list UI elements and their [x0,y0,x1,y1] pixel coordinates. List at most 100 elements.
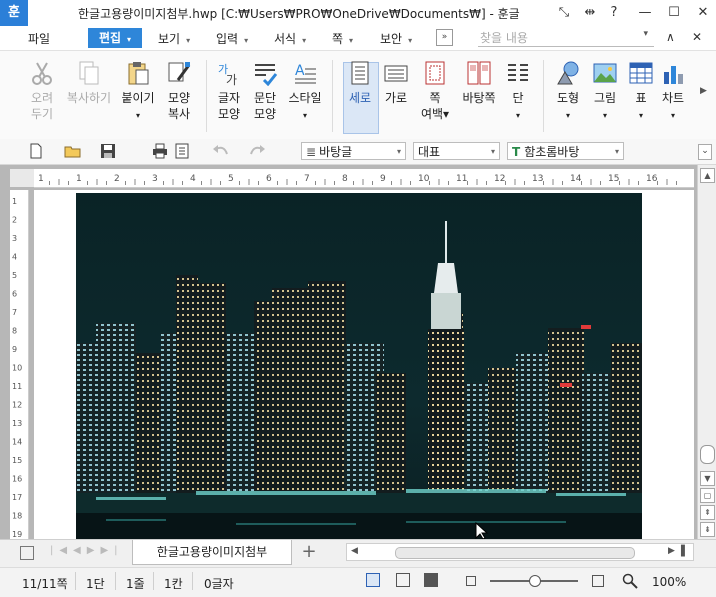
ribbon-scroll-right[interactable]: ▶ [700,86,707,96]
ruler-tick-label: 8 [342,174,348,184]
para-shape-label-2: 모양 [253,107,277,121]
style-select[interactable]: ≣ 바탕글 ▾ [301,142,406,160]
scroll-up-button[interactable]: ▲ [700,168,715,183]
menu-insert[interactable]: 입력 ▾ [216,30,248,47]
vertical-ruler[interactable]: 1 2 3 4 5 6 7 8 9 10 11 12 13 14 15 16 17 18 19 [10,190,29,539]
ruler-tick-label: 11 [12,382,22,391]
next-page-icon[interactable]: ⇟ [700,522,715,537]
zoom-in-icon[interactable] [592,575,604,587]
ruler-tick-label: 6 [12,290,17,299]
close-button[interactable]: ✕ [690,3,716,23]
status-column: 1칸 [164,577,183,591]
font-select[interactable]: T 함초롬바탕 ▾ [507,142,624,160]
menu-file-label: 파일 [28,32,51,46]
format-painter-label-1: 모양 [167,91,191,105]
landscape-button[interactable]: 가로 [374,56,418,106]
window-title: 한글고용량이미지첨부.hwp [C:₩Users₩PRO₩OneDrive₩Do… [78,7,520,21]
chevron-down-icon: ▾ [490,147,495,156]
page-layout-view-icon[interactable] [366,573,380,587]
scrollbar-thumb[interactable] [700,445,715,464]
ruler-tick-label: 14 [570,174,582,184]
undo-icon[interactable] [212,144,230,158]
full-page-view-icon[interactable] [424,573,438,587]
ruler-tick-label: 4 [12,253,17,262]
prev-page-icon[interactable]: ⇞ [700,505,715,520]
status-line: 1줄 [126,577,145,591]
menu-edit[interactable]: 편집 ▾ [88,28,142,48]
chevron-down-icon[interactable]: ▾ [643,29,648,39]
para-shape-label-1: 문단 [253,91,277,105]
master-page-button[interactable]: 바탕쪽 [457,56,501,106]
chevron-down-icon: ▾ [127,35,132,44]
zoom-level[interactable]: 100% [652,575,686,589]
cut-button[interactable]: 오려 두기 [20,56,64,122]
doc-close-button[interactable]: ✕ [692,30,702,44]
split-view-icon[interactable]: ⇹ [577,3,603,23]
format-painter-button[interactable]: 모양 복사 [157,56,201,122]
fit-width-view-icon[interactable] [396,573,410,587]
ruler-tick-label: 7 [12,308,17,317]
open-folder-icon[interactable] [64,143,82,159]
menu-page[interactable]: 쪽 ▾ [332,30,353,47]
scroll-down-button[interactable]: ▼ [700,471,715,486]
scroll-left-button[interactable]: ◀ [351,546,358,556]
split-handle-icon[interactable]: ▌ [681,546,689,557]
page-margin-button[interactable]: 쪽 여백▾ [413,56,457,122]
menu-security-label: 보안 [380,32,403,46]
portrait-label: 세로 [348,91,372,105]
language-select[interactable]: 대표 ▾ [413,142,500,160]
chevron-down-icon: ▾ [302,36,307,45]
status-separator [153,572,154,590]
horizontal-ruler[interactable]: 1 1 2 3 4 5 6 7 8 9 10 11 12 13 14 15 16 [34,169,694,188]
ruler-tick-label: 5 [228,174,234,184]
menu-security[interactable]: 보안 ▾ [380,30,412,47]
style-button[interactable]: A 스타일 ▾ [283,56,327,124]
style-label: 스타일 [288,91,322,105]
minimize-button[interactable]: — [632,3,658,23]
scroll-right-button[interactable]: ▶ [668,546,675,556]
sheet-view-icon[interactable] [20,546,34,560]
status-section: 1단 [86,577,105,591]
ribbon-collapse-button[interactable]: ∧ [666,30,675,44]
menu-view[interactable]: 보기 ▾ [158,30,190,47]
help-button[interactable]: ? [601,3,627,23]
add-tab-button[interactable]: + [298,542,320,562]
menu-file[interactable]: 파일 [28,30,50,47]
horizontal-scrollbar-thumb[interactable] [395,547,635,559]
new-document-icon[interactable] [28,143,44,159]
preview-icon[interactable] [174,143,190,159]
font-select-value: 함초롬바탕 [524,145,580,159]
menu-format[interactable]: 서식 ▾ [274,30,306,47]
menu-insert-label: 입력 [216,32,239,46]
ruler-tick-label: 10 [12,364,22,373]
chart-button[interactable]: 차트 ▾ [656,56,690,124]
city-night-photo[interactable] [76,193,642,539]
columns-button[interactable]: 단 ▾ [496,56,540,124]
para-shape-button[interactable]: 문단모양 [243,56,287,122]
app-logo-icon[interactable]: 훈 [0,0,28,26]
page-view-icon[interactable]: ▢ [700,488,715,503]
shapes-label: 도형 [556,91,580,105]
menu-expand-button[interactable]: » [436,29,453,46]
zoom-magnifier-icon[interactable] [622,573,638,589]
redo-icon[interactable] [248,144,266,158]
zoom-slider-knob[interactable] [529,575,541,587]
horizontal-ruler-ticks: 1 1 2 3 4 5 6 7 8 9 10 11 12 13 14 15 16 [38,174,677,185]
chevron-down-icon: ▾ [638,111,643,120]
resize-icon[interactable]: ⤡ [551,3,577,23]
copy-button[interactable]: 복사하기 [64,56,114,106]
ruler-tick-label: 6 [266,174,272,184]
tab-document[interactable]: 한글고용량이미지첨부 [132,540,292,565]
toolbar-more-button[interactable]: ⌄ [698,144,712,160]
maximize-button[interactable]: ☐ [661,3,687,23]
paste-button[interactable]: 붙이기 ▾ [116,56,160,124]
ruler-tick-label: 17 [12,493,22,502]
ruler-tick-label: 9 [380,174,386,184]
save-icon[interactable] [100,143,116,159]
find-input[interactable]: 찾을 내용 ▾ [478,28,654,47]
tab-nav-arrows-icon[interactable]: |◀◀▶▶| [50,545,124,556]
print-icon[interactable] [152,143,168,159]
chevron-down-icon: ▾ [302,111,307,120]
zoom-out-icon[interactable] [466,576,476,586]
status-page[interactable]: 11/11쪽 [22,575,68,592]
